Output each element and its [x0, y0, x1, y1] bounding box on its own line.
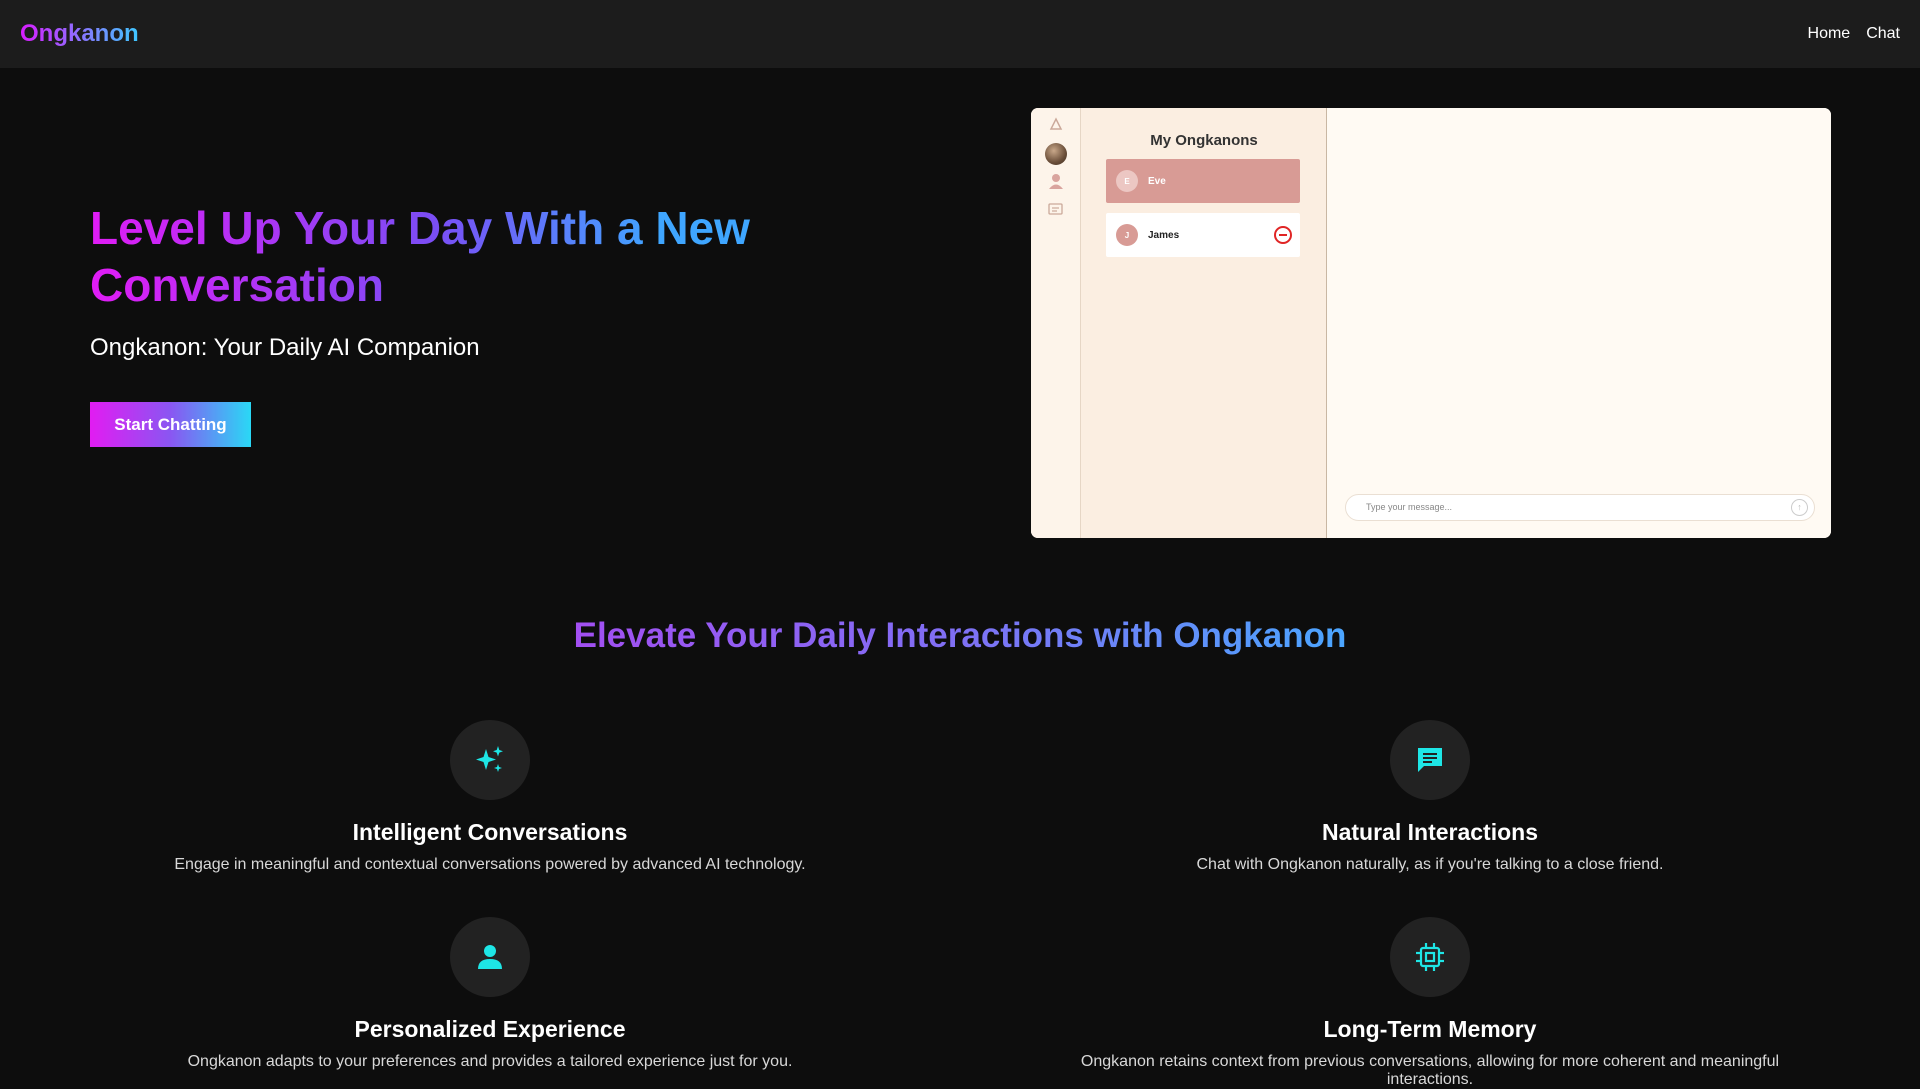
feature-title: Intelligent Conversations	[352, 819, 628, 845]
hero-subtitle: Ongkanon: Your Daily AI Companion	[90, 334, 480, 361]
start-chatting-button[interactable]: Start Chatting	[90, 402, 251, 447]
preview-list-title: My Ongkanons	[1150, 132, 1258, 149]
avatar: J	[1116, 224, 1138, 246]
person-icon	[1045, 170, 1067, 192]
feature-description: Engage in meaningful and contextual conv…	[174, 856, 806, 873]
feature-description: Chat with Ongkanon naturally, as if you'…	[1196, 856, 1664, 873]
top-navbar: Ongkanon Home Chat	[0, 0, 1920, 68]
person-icon	[450, 917, 530, 997]
main-nav: Home Chat	[1808, 25, 1900, 43]
feature-card: Long-Term Memory Ongkanon retains contex…	[1050, 917, 1810, 1089]
preview-companion-list: My Ongkanons E Eve J James	[1081, 108, 1327, 538]
profile-photo	[1045, 143, 1067, 165]
preview-list-item: E Eve	[1106, 159, 1300, 203]
preview-list-item: J James	[1106, 213, 1300, 257]
chat-bubble-icon	[1390, 720, 1470, 800]
avatar: E	[1116, 170, 1138, 192]
preview-icon-rail	[1031, 108, 1081, 538]
feature-title: Personalized Experience	[354, 1016, 626, 1042]
chip-icon	[1390, 917, 1470, 997]
nav-chat-link[interactable]: Chat	[1866, 25, 1900, 43]
preview-input-placeholder: Type your message...	[1366, 502, 1453, 512]
preview-item-name: Eve	[1148, 175, 1166, 187]
feature-title: Natural Interactions	[1322, 819, 1538, 845]
hero-title-line1: Level Up Your Day With a New	[90, 202, 750, 254]
feature-title: Long-Term Memory	[1323, 1016, 1537, 1042]
hero-title: Level Up Your Day With a New Conversatio…	[90, 200, 850, 314]
chat-list-icon	[1045, 199, 1067, 221]
send-arrow-icon: ↑	[1791, 499, 1808, 516]
preview-chat-area: Type your message... ↑	[1327, 108, 1831, 538]
features-title-text: Elevate Your Daily Interactions with Ong…	[573, 616, 1347, 655]
feature-description: Ongkanon retains context from previous c…	[1080, 1053, 1780, 1088]
feature-card: Intelligent Conversations Engage in mean…	[110, 720, 870, 874]
sparkles-icon	[450, 720, 530, 800]
create-icon	[1045, 113, 1067, 135]
feature-card: Personalized Experience Ongkanon adapts …	[110, 917, 870, 1071]
brand-logo[interactable]: Ongkanon	[20, 20, 139, 48]
nav-home-link[interactable]: Home	[1808, 25, 1851, 43]
feature-description: Ongkanon adapts to your preferences and …	[187, 1053, 793, 1070]
remove-icon	[1274, 226, 1292, 244]
app-preview-screenshot: My Ongkanons E Eve J James Type your mes…	[1031, 108, 1831, 538]
feature-card: Natural Interactions Chat with Ongkanon …	[1050, 720, 1810, 874]
hero-title-line2: Conversation	[90, 259, 384, 311]
preview-message-input: Type your message... ↑	[1345, 494, 1815, 521]
features-title: Elevate Your Daily Interactions with Ong…	[0, 616, 1920, 656]
preview-item-name: James	[1148, 229, 1180, 241]
